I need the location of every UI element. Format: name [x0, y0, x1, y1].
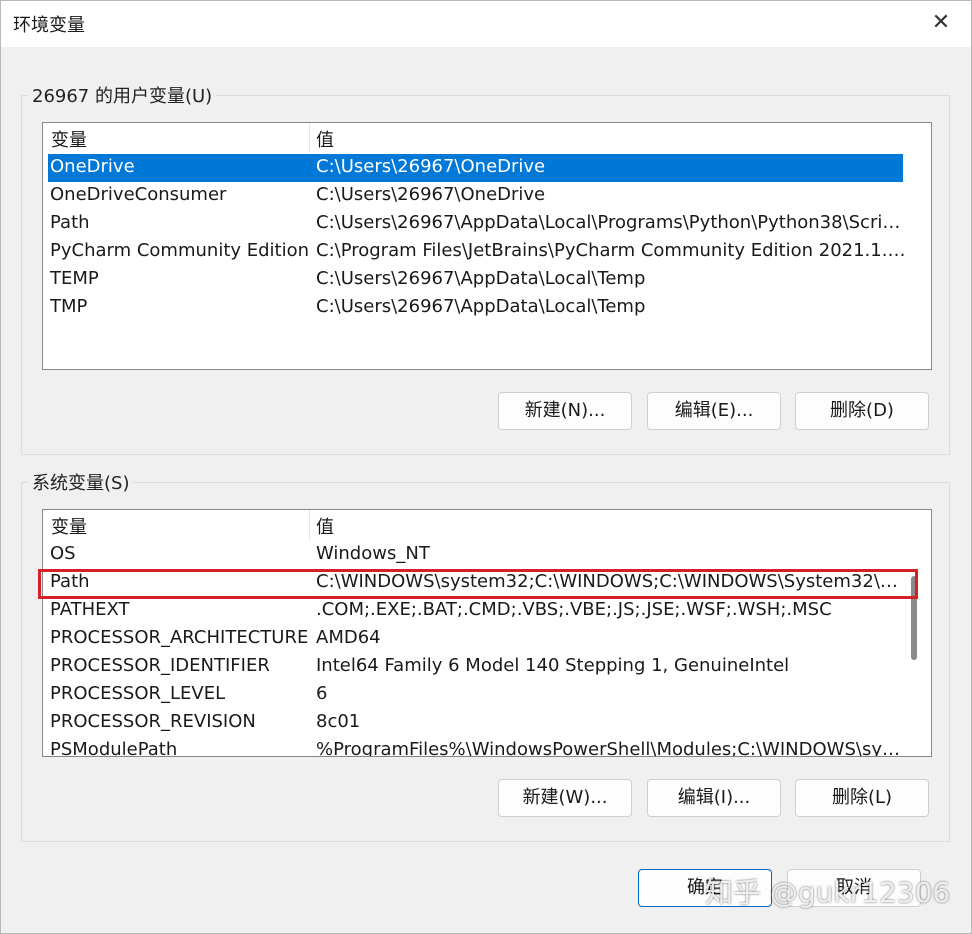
user-edit-button[interactable]: 编辑(E)... [647, 392, 781, 430]
column-header-value[interactable]: 值 [316, 513, 334, 539]
path-row-highlight [38, 569, 918, 599]
user-variables-group: 26967 的用户变量(U) 变量 值 OneDrive C:\Users\26… [21, 82, 950, 455]
user-var-row[interactable]: PyCharm Community Edition C:\Program Fil… [43, 238, 931, 266]
var-name: PROCESSOR_LEVEL [50, 683, 226, 704]
var-value: C:\Users\26967\OneDrive [316, 156, 546, 177]
column-header-variable[interactable]: 变量 [51, 126, 87, 152]
user-variables-list[interactable]: 变量 值 OneDrive C:\Users\26967\OneDrive On… [42, 122, 932, 370]
column-header-variable[interactable]: 变量 [51, 513, 87, 539]
system-variables-group: 系统变量(S) 变量 值 OS Windows_NT Path C:\WINDO… [21, 469, 950, 842]
var-value: Intel64 Family 6 Model 140 Stepping 1, G… [316, 655, 790, 676]
var-name: TEMP [50, 268, 99, 289]
system-variables-list[interactable]: 变量 值 OS Windows_NT Path C:\WINDOWS\syste… [42, 509, 932, 757]
user-delete-button[interactable]: 删除(D) [795, 392, 929, 430]
var-value: Windows_NT [316, 543, 430, 564]
var-value: %ProgramFiles%\WindowsPowerShell\Modules… [316, 739, 906, 757]
var-name: OS [50, 543, 76, 564]
user-var-row[interactable]: Path C:\Users\26967\AppData\Local\Progra… [43, 210, 931, 238]
system-new-button[interactable]: 新建(W)... [498, 779, 632, 817]
system-edit-button[interactable]: 编辑(I)... [647, 779, 781, 817]
user-var-row[interactable]: TMP C:\Users\26967\AppData\Local\Temp [43, 294, 931, 322]
var-name: PATHEXT [50, 599, 130, 620]
dialog-title: 环境变量 [13, 15, 85, 36]
var-name: OneDriveConsumer [50, 184, 227, 205]
close-icon[interactable]: ✕ [927, 9, 955, 37]
system-var-row[interactable]: PROCESSOR_LEVEL 6 [43, 681, 931, 709]
user-var-row[interactable]: OneDriveConsumer C:\Users\26967\OneDrive [43, 182, 931, 210]
system-delete-button[interactable]: 删除(L) [795, 779, 929, 817]
var-name: PyCharm Community Edition [50, 240, 310, 261]
var-name: PROCESSOR_ARCHITECTURE [50, 627, 309, 648]
var-name: TMP [50, 296, 88, 317]
system-var-row[interactable]: PATHEXT .COM;.EXE;.BAT;.CMD;.VBS;.VBE;.J… [43, 597, 931, 625]
column-separator[interactable] [309, 510, 310, 540]
system-var-row[interactable]: PSModulePath %ProgramFiles%\WindowsPower… [43, 737, 931, 757]
system-variables-legend: 系统变量(S) [28, 469, 134, 495]
var-name: PROCESSOR_REVISION [50, 711, 256, 732]
system-var-row[interactable]: PROCESSOR_ARCHITECTURE AMD64 [43, 625, 931, 653]
var-value: C:\Users\26967\AppData\Local\Temp [316, 268, 646, 289]
var-value: C:\Users\26967\OneDrive [316, 184, 546, 205]
system-var-row[interactable]: PROCESSOR_IDENTIFIER Intel64 Family 6 Mo… [43, 653, 931, 681]
var-value: 6 [316, 683, 328, 704]
var-value: C:\Users\26967\AppData\Local\Programs\Py… [316, 212, 906, 233]
var-name: PROCESSOR_IDENTIFIER [50, 655, 270, 676]
var-value: .COM;.EXE;.BAT;.CMD;.VBS;.VBE;.JS;.JSE;.… [316, 599, 832, 620]
system-var-row[interactable]: PROCESSOR_REVISION 8c01 [43, 709, 931, 737]
var-value: AMD64 [316, 627, 381, 648]
watermark: 知乎 @gukr12306 [705, 876, 951, 909]
user-var-row[interactable]: OneDrive C:\Users\26967\OneDrive [48, 154, 903, 182]
user-variables-legend: 26967 的用户变量(U) [28, 82, 217, 108]
list-header: 变量 值 [43, 123, 931, 154]
user-var-row[interactable]: TEMP C:\Users\26967\AppData\Local\Temp [43, 266, 931, 294]
title-bar: 环境变量 ✕ [1, 1, 971, 47]
var-name: OneDrive [50, 156, 135, 177]
var-value: C:\Users\26967\AppData\Local\Temp [316, 296, 646, 317]
user-new-button[interactable]: 新建(N)... [498, 392, 632, 430]
var-value: C:\Program Files\JetBrains\PyCharm Commu… [316, 240, 906, 261]
column-header-value[interactable]: 值 [316, 126, 334, 152]
environment-variables-dialog: 环境变量 ✕ 26967 的用户变量(U) 变量 值 OneDrive C:\U… [0, 0, 972, 934]
var-value: 8c01 [316, 711, 361, 732]
system-var-row[interactable]: OS Windows_NT [43, 541, 931, 569]
var-name: Path [50, 212, 90, 233]
var-name: PSModulePath [50, 739, 178, 757]
column-separator[interactable] [309, 123, 310, 153]
list-header: 变量 值 [43, 510, 931, 541]
